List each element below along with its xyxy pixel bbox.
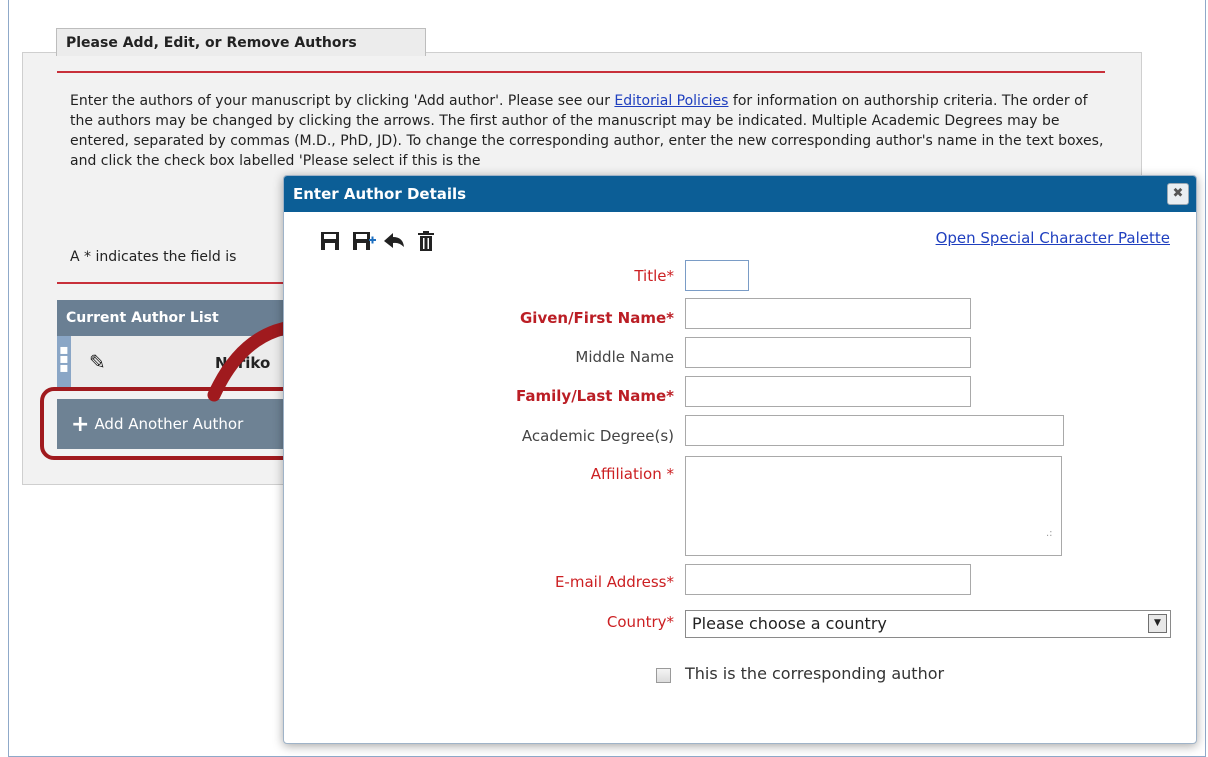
affiliation-textarea[interactable] bbox=[685, 456, 1062, 556]
title-input[interactable] bbox=[685, 260, 749, 291]
country-label: Country* bbox=[606, 613, 674, 631]
divider bbox=[57, 282, 287, 284]
corresponding-author-label[interactable]: This is the corresponding author bbox=[685, 664, 944, 683]
middle-name-label: Middle Name bbox=[575, 348, 674, 366]
divider bbox=[57, 71, 1105, 73]
given-name-label: Given/First Name* bbox=[520, 309, 674, 327]
save-and-add-icon[interactable] bbox=[352, 231, 376, 251]
save-icon[interactable] bbox=[320, 231, 340, 251]
author-details-dialog: Enter Author Details ✖ Open Special Char… bbox=[283, 175, 1197, 744]
academic-degrees-label: Academic Degree(s) bbox=[521, 427, 674, 445]
trash-icon[interactable] bbox=[418, 231, 434, 251]
email-label: E-mail Address* bbox=[554, 573, 674, 591]
panel-tab-title: Please Add, Edit, or Remove Authors bbox=[56, 28, 426, 56]
corresponding-author-checkbox[interactable] bbox=[656, 668, 671, 683]
email-input[interactable] bbox=[685, 564, 971, 595]
required-field-note: A * indicates the field is bbox=[70, 249, 237, 265]
country-select[interactable]: Please choose a country ▼ bbox=[685, 610, 1171, 638]
back-arrow-icon[interactable] bbox=[383, 231, 405, 251]
chevron-down-icon[interactable]: ▼ bbox=[1148, 614, 1167, 633]
drag-handle-icon[interactable]: ▪ ▪ ▪ bbox=[57, 336, 71, 390]
intro-text: Enter the authors of your manuscript by … bbox=[70, 91, 1115, 171]
editorial-policies-link[interactable]: Editorial Policies bbox=[614, 93, 728, 109]
intro-text-start: Enter the authors of your manuscript by … bbox=[70, 93, 615, 109]
middle-name-input[interactable] bbox=[685, 337, 971, 368]
family-name-input[interactable] bbox=[685, 376, 971, 407]
affiliation-label: Affiliation * bbox=[590, 465, 674, 483]
close-icon[interactable]: ✖ bbox=[1167, 183, 1189, 205]
edit-pencil-icon[interactable]: ✎ bbox=[89, 350, 106, 374]
country-selected-value: Please choose a country bbox=[692, 614, 887, 633]
title-label: Title* bbox=[634, 267, 674, 285]
given-name-input[interactable] bbox=[685, 298, 971, 329]
resize-grip-icon[interactable]: .: bbox=[1046, 529, 1053, 539]
family-name-label: Family/Last Name* bbox=[516, 387, 674, 405]
dialog-title: Enter Author Details bbox=[284, 176, 1196, 212]
academic-degrees-input[interactable] bbox=[685, 415, 1064, 446]
special-character-palette-link[interactable]: Open Special Character Palette bbox=[936, 229, 1170, 247]
